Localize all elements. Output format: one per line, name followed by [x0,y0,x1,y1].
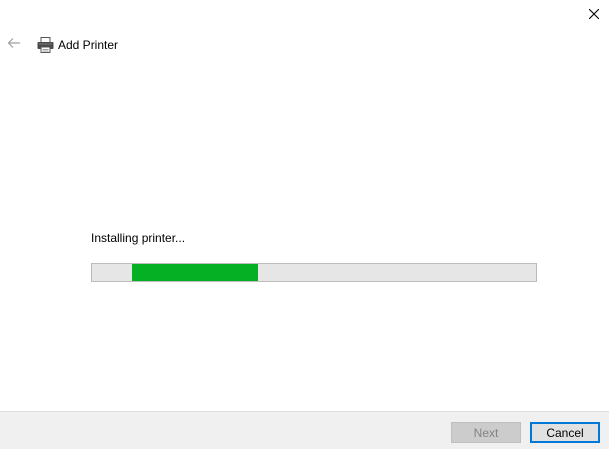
printer-icon [36,36,54,54]
next-button[interactable]: Next [451,422,521,443]
dialog-header: Add Printer [6,34,118,56]
back-arrow-icon [7,36,21,54]
cancel-button[interactable]: Cancel [530,422,600,443]
close-button[interactable] [579,0,609,30]
back-button[interactable] [6,37,22,53]
progress-bar [91,263,537,282]
progress-bar-fill [131,264,259,281]
status-text: Installing printer... [91,231,186,245]
dialog-title: Add Printer [58,38,119,52]
dialog-footer: Next Cancel [0,411,609,449]
close-icon [588,6,600,24]
add-printer-dialog: Add Printer Installing printer... Next C… [0,0,609,449]
